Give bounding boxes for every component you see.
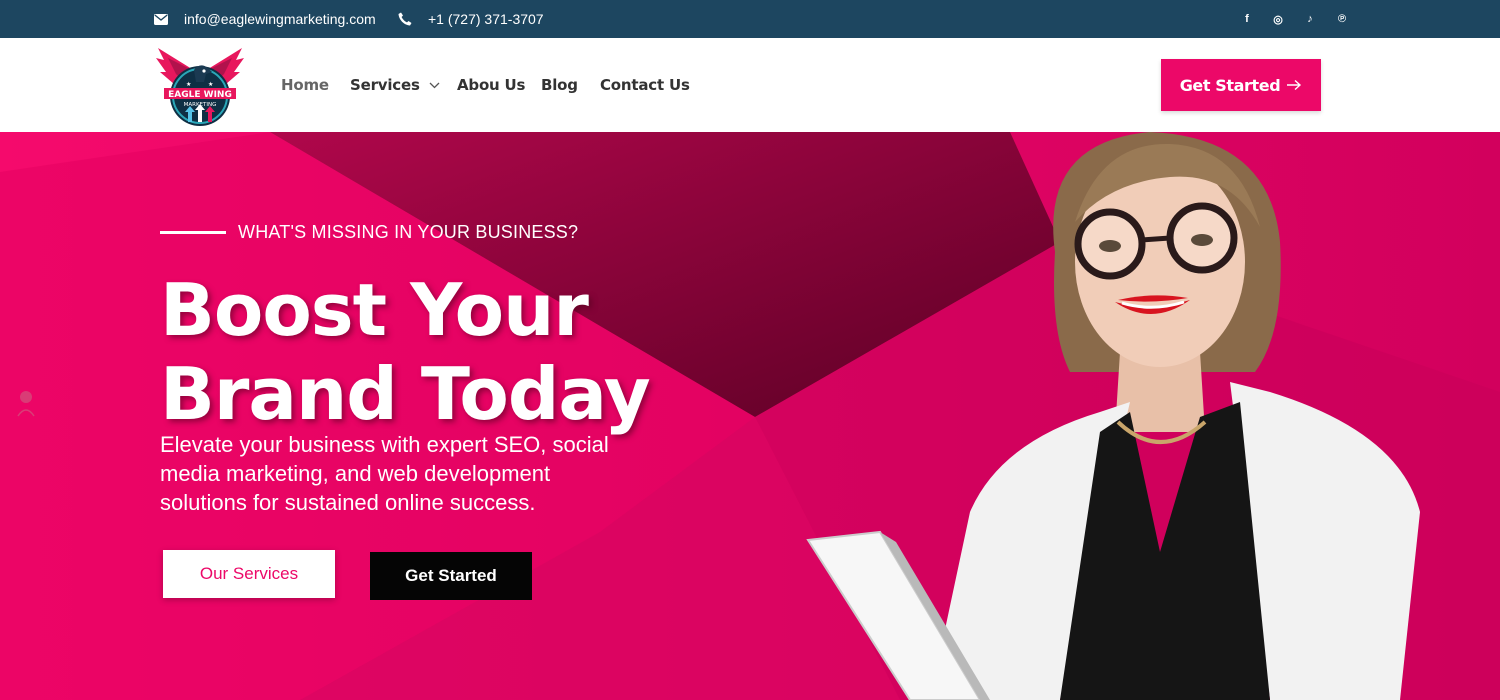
- chevron-down-icon: [429, 82, 440, 89]
- email-contact[interactable]: info@eaglewingmarketing.com: [154, 0, 376, 38]
- svg-text:★: ★: [208, 81, 213, 88]
- nav-contact[interactable]: Contact Us: [600, 76, 690, 94]
- facebook-icon[interactable]: f: [1239, 0, 1255, 38]
- hero-subtext: Elevate your business with expert SEO, s…: [160, 432, 609, 515]
- nav-services-label: Services: [350, 76, 420, 94]
- headline-line-1: Boost Your: [160, 268, 589, 352]
- logo-title: EAGLE WING: [168, 90, 232, 100]
- eagle-wing-logo[interactable]: ★ ★ EAGLE WING MARKETING: [154, 44, 246, 128]
- main-header: ★ ★ EAGLE WING MARKETING Home Services A…: [0, 38, 1500, 132]
- svg-text:★: ★: [186, 81, 191, 88]
- get-started-header-label: Get Started: [1179, 75, 1281, 95]
- hero-woman-image: [806, 132, 1420, 700]
- eyebrow-line: [160, 231, 226, 234]
- user-icon[interactable]: [16, 390, 36, 418]
- tiktok-icon[interactable]: ♪: [1302, 0, 1318, 38]
- hero-section: WHAT'S MISSING IN YOUR BUSINESS? Boost Y…: [0, 132, 1500, 700]
- phone-text: +1 (727) 371-3707: [428, 11, 544, 27]
- hero-headline: Boost Your Brand Today: [160, 268, 680, 436]
- eyebrow-text: WHAT'S MISSING IN YOUR BUSINESS?: [238, 222, 579, 242]
- arrow-right-icon: [1287, 79, 1302, 91]
- top-bar: info@eaglewingmarketing.com +1 (727) 371…: [0, 0, 1500, 38]
- email-text: info@eaglewingmarketing.com: [184, 11, 376, 27]
- our-services-button[interactable]: Our Services: [163, 550, 335, 598]
- envelope-icon: [154, 13, 168, 25]
- get-started-header-button[interactable]: Get Started: [1161, 59, 1321, 111]
- nav-services[interactable]: Services: [350, 76, 440, 94]
- hero-eyebrow: WHAT'S MISSING IN YOUR BUSINESS?: [160, 222, 578, 243]
- phone-icon: [398, 12, 412, 26]
- nav-about[interactable]: Abou Us: [457, 76, 525, 94]
- get-started-hero-button[interactable]: Get Started: [370, 552, 532, 600]
- phone-contact[interactable]: +1 (727) 371-3707: [398, 0, 544, 38]
- nav-home[interactable]: Home: [281, 76, 329, 94]
- instagram-icon[interactable]: ◎: [1270, 0, 1286, 38]
- headline-line-2: Brand Today: [160, 352, 651, 436]
- pinterest-icon[interactable]: ℗: [1334, 0, 1350, 38]
- nav-blog[interactable]: Blog: [541, 76, 578, 94]
